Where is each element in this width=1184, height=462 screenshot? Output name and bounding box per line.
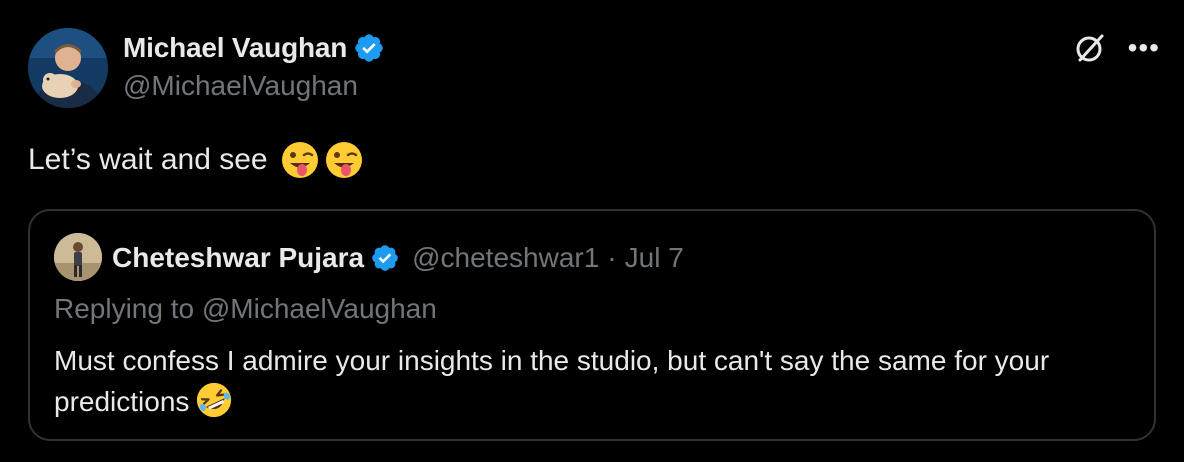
tweet-header-actions: ••• xyxy=(1072,30,1160,66)
tweet-text: Let’s wait and see xyxy=(28,143,268,176)
tweet-emojis xyxy=(280,140,364,180)
rolling-on-the-floor-laughing-icon xyxy=(197,382,232,418)
quoted-tweet[interactable]: Cheteshwar Pujara @cheteshwar1 · Jul 7 R… xyxy=(28,209,1156,441)
more-options-icon[interactable]: ••• xyxy=(1128,30,1160,66)
quoted-author-name[interactable]: Cheteshwar Pujara xyxy=(112,242,364,274)
tweet-text-row: Let’s wait and see xyxy=(28,140,364,180)
quoted-author-avatar[interactable] xyxy=(54,233,102,281)
winking-face-with-tongue-icon xyxy=(281,142,318,178)
dot-separator: · xyxy=(607,242,617,273)
author-avatar[interactable] xyxy=(28,28,108,108)
quoted-author-handle[interactable]: @cheteshwar1 xyxy=(412,242,599,274)
author-name[interactable]: Michael Vaughan xyxy=(123,32,347,64)
winking-face-with-tongue-icon xyxy=(325,142,362,178)
grok-icon[interactable] xyxy=(1072,30,1108,66)
tweet-card: Michael Vaughan @MichaelVaughan ••• Let’… xyxy=(0,0,1184,462)
author-name-row[interactable]: Michael Vaughan xyxy=(123,30,385,66)
replying-to-label: Replying to @MichaelVaughan xyxy=(54,293,437,324)
verified-badge-icon xyxy=(372,245,398,271)
author-handle[interactable]: @MichaelVaughan xyxy=(123,70,358,102)
verified-badge-icon xyxy=(355,34,383,62)
quoted-tweet-date[interactable]: Jul 7 xyxy=(625,242,684,274)
quoted-tweet-text-block: Must confess I admire your insights in t… xyxy=(54,341,1124,422)
quoted-tweet-header: Cheteshwar Pujara @cheteshwar1 · Jul 7 xyxy=(112,239,684,277)
